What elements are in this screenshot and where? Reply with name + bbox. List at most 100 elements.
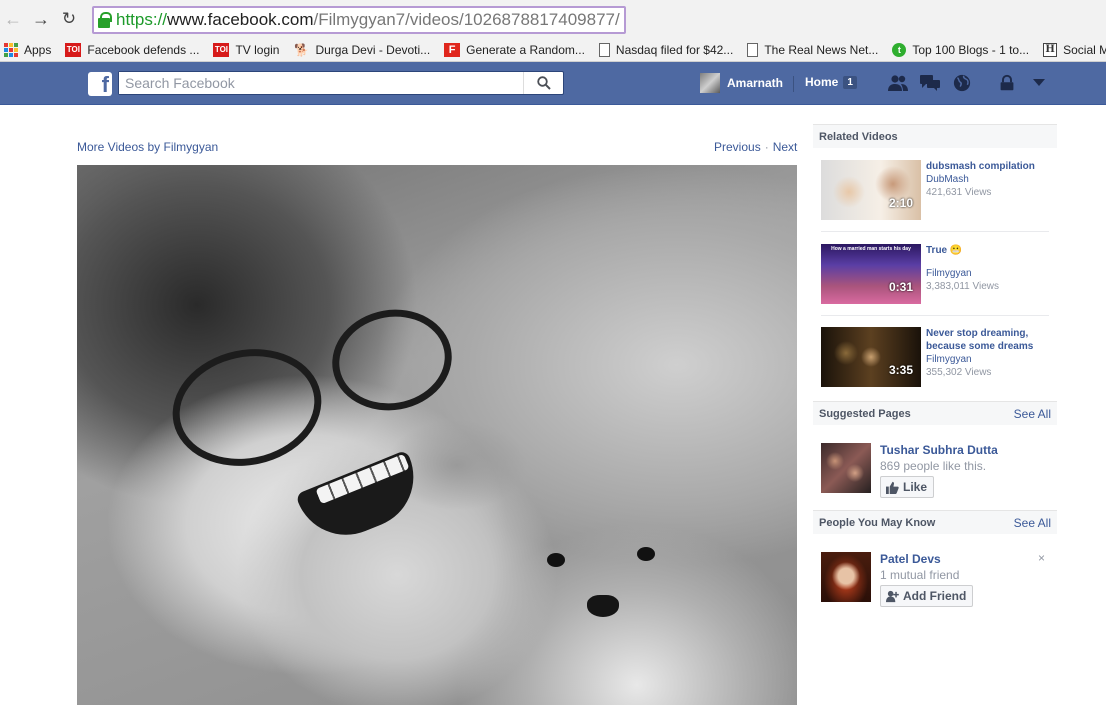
video-owner[interactable]: DubMash: [926, 173, 1056, 186]
related-video-item[interactable]: How a married man starts his day 0:31 Tr…: [821, 244, 1051, 306]
bookmark-label: The Real News Net...: [764, 42, 879, 57]
home-link[interactable]: Home 1: [805, 75, 857, 89]
search-button[interactable]: [523, 72, 563, 94]
bookmark-item[interactable]: TOI TV login: [213, 42, 280, 57]
account-menu-button[interactable]: [1032, 72, 1046, 94]
thumbs-up-icon: [885, 480, 899, 494]
reload-icon[interactable]: ↻: [58, 8, 80, 30]
video-frame-detail: [324, 300, 460, 420]
video-thumbnail[interactable]: How a married man starts his day 0:31: [821, 244, 921, 304]
bookmark-item[interactable]: TOI Facebook defends ...: [65, 42, 199, 57]
user-name: Amarnath: [727, 76, 784, 90]
url-path: /Filmygyan7/videos/1026878817409877/: [313, 10, 620, 29]
facebook-header: f Amarnath Home 1: [0, 62, 1106, 105]
previous-link[interactable]: Previous: [714, 140, 761, 154]
bookmark-item[interactable]: t Top 100 Blogs - 1 to...: [892, 42, 1029, 57]
privacy-shortcuts-button[interactable]: [990, 72, 1024, 94]
add-friend-button[interactable]: Add Friend: [880, 585, 974, 607]
video-frame-detail: [161, 335, 333, 480]
video-title[interactable]: Never stop dreaming, because some dreams: [926, 327, 1056, 353]
section-title: People You May Know: [819, 516, 936, 529]
friend-requests-button[interactable]: [886, 72, 910, 94]
section-title: Related Videos: [819, 130, 898, 143]
video-views: 3,383,011 Views: [926, 281, 1000, 292]
divider: [821, 231, 1049, 232]
document-icon: [747, 42, 759, 57]
bookmark-item[interactable]: F Generate a Random...: [444, 42, 585, 57]
profile-link[interactable]: Amarnath: [700, 73, 783, 93]
related-videos-header: Related Videos: [813, 124, 1057, 148]
bookmarks-bar: Apps TOI Facebook defends ... TOI TV log…: [0, 38, 1106, 62]
video-title[interactable]: True 😬: [926, 244, 1056, 257]
bookmark-item[interactable]: The Real News Net...: [747, 42, 879, 57]
section-title: Suggested Pages: [819, 407, 911, 420]
h-logo-icon: H: [1043, 42, 1058, 57]
add-friend-icon: [885, 589, 899, 603]
person-picture[interactable]: [821, 552, 871, 602]
more-videos-link[interactable]: More Videos by Filmygyan: [77, 140, 218, 154]
video-info: True 😬 Filmygyan 3,383,011 Views: [926, 244, 1056, 293]
video-frame-detail: [295, 449, 429, 551]
f-logo-icon: F: [444, 42, 461, 57]
forward-arrow-icon[interactable]: →: [30, 8, 52, 30]
document-icon: [598, 42, 610, 57]
related-video-item[interactable]: 2:10 dubsmash compilation DubMash 421,63…: [821, 160, 1051, 222]
messages-icon: [920, 75, 940, 91]
person-name[interactable]: Patel Devs: [880, 552, 941, 566]
suggested-pages-header: Suggested Pages See All: [813, 401, 1057, 425]
page-name[interactable]: Tushar Subhra Dutta: [880, 443, 998, 457]
lock-icon: [1000, 74, 1014, 91]
video-frame-detail: [587, 595, 619, 617]
bookmark-label: Nasdaq filed for $42...: [615, 42, 734, 57]
page-picture[interactable]: [821, 443, 871, 493]
video-thumbnail[interactable]: 3:35: [821, 327, 921, 387]
see-all-link[interactable]: See All: [1014, 516, 1051, 530]
toi-icon: TOI: [65, 42, 82, 57]
see-all-link[interactable]: See All: [1014, 407, 1051, 421]
bookmark-item[interactable]: Nasdaq filed for $42...: [598, 42, 734, 57]
bookmark-label: Durga Devi - Devoti...: [315, 42, 431, 57]
bookmark-label: TV login: [235, 42, 280, 57]
toi-icon: TOI: [213, 42, 230, 57]
search-input[interactable]: [119, 72, 529, 94]
video-frame-detail: [547, 553, 565, 567]
address-bar[interactable]: https:// www.facebook.com /Filmygyan7/vi…: [92, 6, 626, 34]
suggested-page-item: Tushar Subhra Dutta 869 people like this…: [821, 443, 1051, 499]
header-icons: [886, 72, 1054, 94]
mutual-friends[interactable]: 1 mutual friend: [880, 568, 959, 582]
bookmark-apps[interactable]: Apps: [4, 42, 52, 57]
lock-icon: [98, 12, 112, 28]
facebook-logo-icon[interactable]: f: [88, 72, 112, 96]
video-owner[interactable]: Filmygyan: [926, 353, 1056, 366]
video-title[interactable]: dubsmash compilation: [926, 160, 1056, 173]
divider: [821, 315, 1049, 316]
video-views: 421,631 Views: [926, 187, 992, 198]
next-link[interactable]: Next: [773, 140, 798, 154]
bookmark-item[interactable]: H Social M: [1043, 42, 1106, 57]
video-player[interactable]: [77, 165, 797, 705]
back-arrow-icon[interactable]: ←: [2, 8, 24, 30]
browser-toolbar: ← → ↻ https:// www.facebook.com /Filmygy…: [0, 0, 1106, 38]
header-divider: [793, 76, 794, 92]
add-friend-label: Add Friend: [903, 589, 967, 603]
like-button[interactable]: Like: [880, 476, 935, 498]
bookmark-label: Apps: [24, 42, 52, 57]
bookmark-item[interactable]: 🐕 Durga Devi - Devoti...: [293, 43, 430, 57]
notifications-button[interactable]: [950, 72, 974, 94]
green-logo-icon: t: [892, 42, 907, 57]
search-box: [118, 71, 564, 95]
page-likes: 869 people like this.: [880, 459, 987, 473]
friends-icon: [888, 75, 908, 91]
video-duration: 3:35: [888, 363, 913, 377]
related-video-item[interactable]: 3:35 Never stop dreaming, because some d…: [821, 327, 1051, 389]
video-thumbnail[interactable]: 2:10: [821, 160, 921, 220]
home-count-badge: 1: [843, 75, 857, 89]
messages-button[interactable]: [918, 72, 942, 94]
video-owner[interactable]: Filmygyan: [926, 267, 1056, 280]
close-icon[interactable]: ×: [1038, 551, 1045, 565]
caret-down-icon: [1033, 79, 1045, 86]
video-duration: 0:31: [888, 280, 913, 294]
home-label: Home: [805, 75, 839, 89]
url-host: www.facebook.com: [167, 10, 314, 29]
video-views: 355,302 Views: [926, 367, 992, 378]
